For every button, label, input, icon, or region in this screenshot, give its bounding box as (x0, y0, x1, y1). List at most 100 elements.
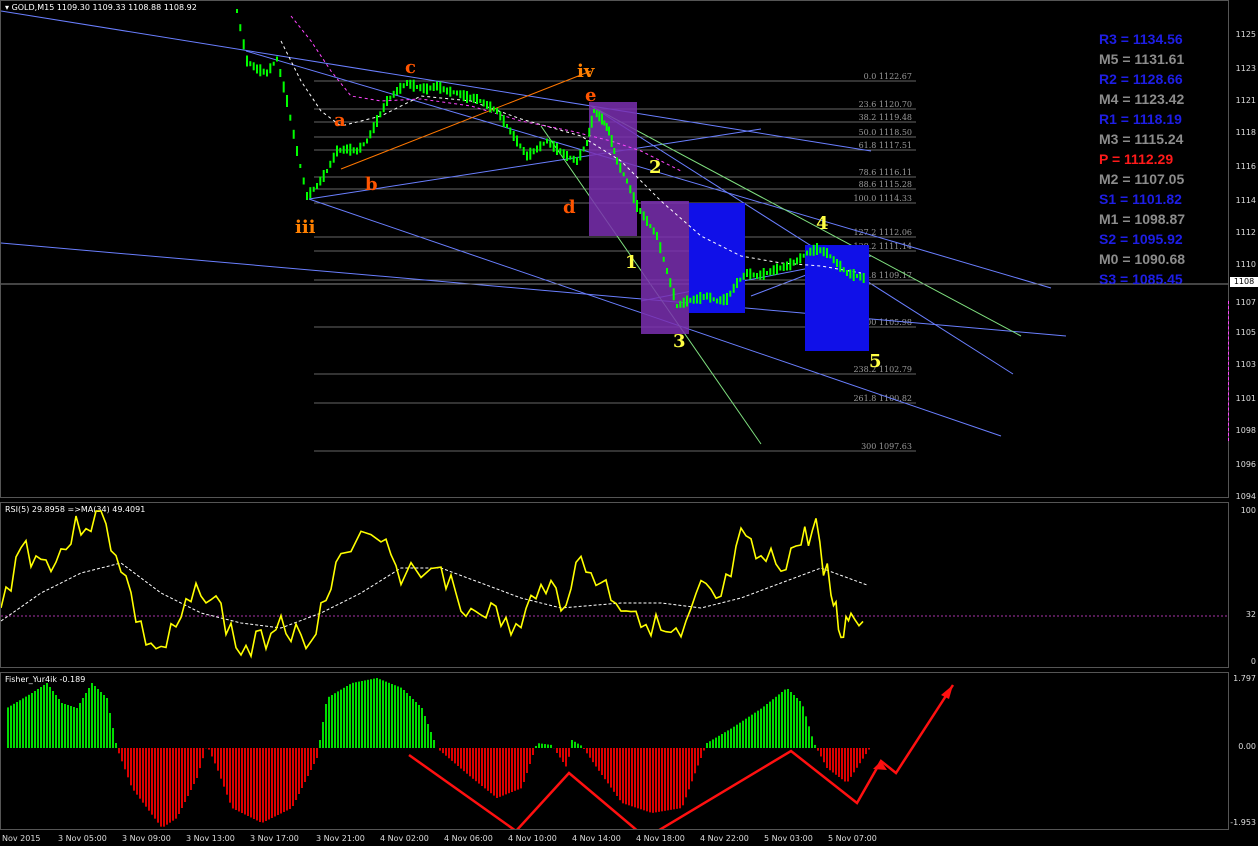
candle (809, 247, 812, 256)
fisher-bar-positive (31, 693, 33, 748)
fisher-bar-negative (127, 748, 129, 778)
fisher-bar-positive (544, 744, 546, 748)
candle (452, 90, 455, 95)
fisher-bar-positive (103, 695, 105, 748)
candle (539, 141, 542, 152)
fisher-bar-positive (82, 698, 84, 748)
fisher-bar-positive (106, 698, 108, 748)
price-scale-label: 1098 (1235, 426, 1256, 435)
fisher-bar-negative (676, 748, 678, 809)
fisher-bar-negative (532, 748, 534, 755)
rsi-indicator-pane[interactable]: RSI(5) 29.8958 =>MA(34) 49.4091 (0, 502, 1229, 668)
fisher-bar-positive (61, 703, 63, 748)
fisher-bar-negative (145, 748, 147, 807)
candle (569, 155, 572, 160)
fisher-bar-negative (592, 748, 594, 763)
wave-label-a: a (334, 110, 346, 131)
time-axis-label: 5 Nov 07:00 (828, 834, 877, 843)
wave-label-iii: iii (295, 217, 316, 238)
fisher-canvas (7, 678, 955, 829)
fisher-bar-negative (568, 748, 570, 757)
fisher-bar-positive (385, 681, 387, 748)
candle (322, 170, 325, 182)
candle (696, 294, 698, 304)
fisher-bar-negative (256, 748, 258, 821)
candle (662, 256, 665, 262)
candle (572, 155, 575, 163)
candle (579, 149, 582, 161)
price-scale-label: 1096 (1235, 460, 1256, 469)
candle (859, 273, 862, 281)
candle (489, 101, 492, 113)
candle (272, 61, 275, 66)
candle (359, 142, 362, 153)
candle (598, 111, 601, 122)
candle (789, 258, 792, 271)
price-scale[interactable]: 1125 1123 1121 1118 1116 1114 1112 1110 1108 1107… (1229, 0, 1258, 501)
candle (666, 268, 668, 274)
fisher-bar-negative (136, 748, 138, 795)
candle (499, 111, 502, 121)
fisher-bar-positive (403, 690, 405, 748)
fisher-bar-negative (511, 748, 513, 792)
candle (716, 298, 718, 304)
fisher-bar-negative (559, 748, 561, 758)
pivot-level: S3 = 1085.45 (1099, 271, 1183, 287)
fisher-bar-negative (565, 748, 567, 767)
wave-label-2: 2 (649, 157, 662, 178)
candle (659, 242, 662, 254)
candle (832, 256, 835, 264)
price-chart-pane[interactable]: ▾ GOLD,M15 1109.30 1109.33 1108.88 1108.… (0, 0, 1229, 498)
fisher-bar-negative (643, 748, 645, 811)
fisher-bar-negative (460, 748, 462, 769)
candle (399, 82, 402, 94)
time-axis-label: 4 Nov 14:00 (572, 834, 621, 843)
candle (419, 84, 422, 92)
candle (342, 145, 345, 154)
candle (446, 87, 448, 95)
fisher-indicator-pane[interactable]: Fisher_Yur4ik -0.189 (0, 672, 1229, 830)
candle (519, 143, 522, 149)
fisher-bar-positive (409, 696, 411, 748)
candle (336, 145, 338, 157)
fisher-bar-positive (319, 740, 321, 748)
candle (479, 99, 482, 103)
fisher-bar-positive (550, 744, 552, 748)
candle (729, 290, 732, 297)
fisher-bar-negative (817, 748, 819, 751)
fisher-bar-negative (232, 748, 234, 809)
price-scale-label: 1103 (1235, 360, 1256, 369)
candle (649, 224, 652, 228)
fib-level-label: 238.2 1102.79 (853, 365, 912, 374)
fisher-bar-positive (763, 706, 765, 748)
fisher-bar-positive (580, 745, 582, 748)
fisher-bar-negative (649, 748, 651, 813)
candle (339, 147, 342, 153)
fisher-bar-negative (202, 748, 204, 759)
fisher-bar-negative (280, 748, 282, 814)
fisher-bar-positive (724, 732, 726, 748)
candle (669, 278, 672, 288)
candle (269, 63, 272, 74)
fisher-bar-negative (658, 748, 660, 812)
fisher-bar-positive (412, 699, 414, 748)
fisher-bar-negative (184, 748, 186, 802)
fisher-bar-positive (379, 679, 381, 748)
fisher-bar-negative (700, 748, 702, 758)
fisher-bar-negative (853, 748, 855, 773)
fisher-bar-positive (760, 708, 762, 748)
pivot-level: S2 = 1095.92 (1099, 231, 1183, 247)
fisher-bar-positive (433, 740, 435, 748)
candle (236, 9, 238, 13)
candle (812, 244, 815, 256)
candle (262, 68, 265, 75)
candle (839, 260, 842, 272)
fisher-bar-negative (214, 748, 216, 764)
fisher-bar-positive (430, 732, 432, 748)
fisher-bar-positive (382, 680, 384, 748)
candle (582, 146, 585, 152)
fisher-bar-negative (133, 748, 135, 791)
fisher-bar-positive (535, 746, 537, 748)
candle (856, 274, 858, 278)
fisher-bar-negative (190, 748, 192, 790)
